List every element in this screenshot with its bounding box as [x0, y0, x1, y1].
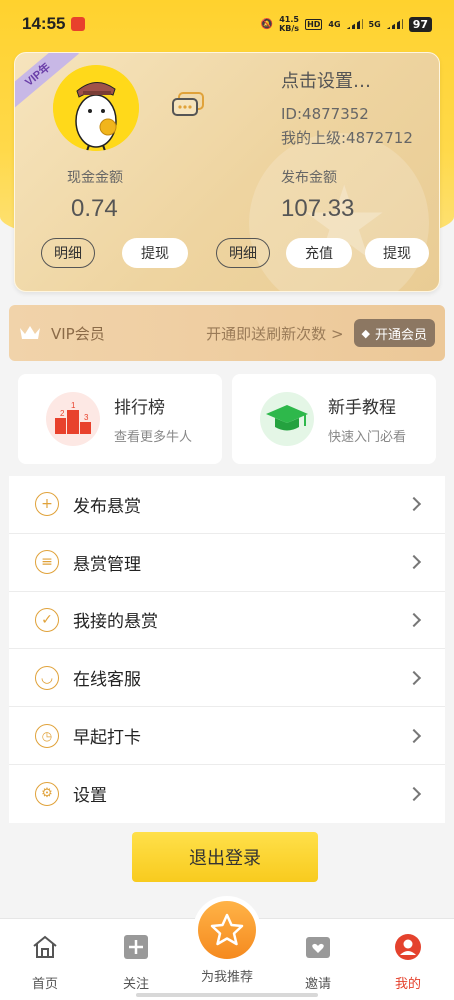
signal-icon-2 [386, 19, 403, 29]
menu-item-settings[interactable]: ⚙ 设置 [9, 765, 445, 823]
menu-item-label: 早起打卡 [73, 728, 141, 749]
clock-circle-icon: ◷ [35, 723, 59, 748]
svg-text:2: 2 [60, 409, 65, 418]
recharge-button[interactable]: 充值 [286, 238, 352, 268]
vip-promo-text[interactable]: 开通即送刷新次数 > [206, 323, 343, 344]
signal-icon [346, 19, 363, 29]
publish-withdraw-button[interactable]: 提现 [365, 238, 429, 268]
chevron-right-icon [406, 786, 422, 801]
profile-icon [395, 934, 421, 960]
status-time: 14:55 [22, 14, 66, 33]
invite-envelope-icon [306, 937, 330, 958]
chat-icon[interactable] [171, 91, 205, 119]
cash-withdraw-button[interactable]: 提现 [122, 238, 188, 268]
menu-item-early-checkin[interactable]: ◷ 早起打卡 [9, 707, 445, 765]
add-square-icon [124, 935, 148, 959]
parent-id: 我的上级:4872712 [281, 129, 413, 147]
tab-home-label: 首页 [31, 977, 58, 992]
home-icon [33, 935, 57, 958]
tab-mine[interactable]: 我的 [368, 933, 448, 992]
publish-amount-value: 107.33 [281, 195, 355, 222]
net-speed-unit: KB/s [279, 24, 300, 33]
tab-recommend[interactable] [193, 896, 261, 964]
home-indicator [136, 993, 318, 997]
menu-item-label: 悬赏管理 [73, 554, 141, 575]
tutorial-title: 新手教程 [328, 398, 396, 418]
tab-invite[interactable]: 邀请 [278, 933, 358, 992]
battery-indicator: 97 [408, 16, 432, 32]
menu-item-publish-reward[interactable]: + 发布悬赏 [9, 476, 445, 534]
menu-list: + 发布悬赏 ≡ 悬赏管理 ✓ 我接的悬赏 ◡ 在线客服 ◷ 早起打卡 ⚙ 设置 [9, 476, 445, 823]
net2-label: 5G [368, 19, 381, 29]
svg-text:1: 1 [71, 401, 76, 410]
star-icon [210, 913, 244, 946]
status-indicators: 🔕 41.5 KB/s HD 4G 5G 97 [261, 15, 432, 33]
menu-item-label: 发布悬赏 [73, 496, 141, 517]
net1-label: 4G [328, 19, 341, 29]
svg-text:3: 3 [84, 413, 89, 422]
tutorial-subtitle: 快速入门必看 [328, 430, 407, 445]
net-speed: 41.5 KB/s [279, 15, 299, 33]
tab-invite-label: 邀请 [304, 977, 331, 992]
vip-member-bar[interactable]: VIP会员 开通即送刷新次数 > ◆ 开通会员 [9, 305, 445, 361]
chevron-right-icon [406, 555, 422, 570]
account-card: ★ VIP年 点击设置… ID:4877352 我的上级:4872712 现金金… [14, 52, 440, 292]
chevron-right-icon [406, 612, 422, 628]
avatar[interactable] [53, 65, 139, 151]
tab-home[interactable]: 首页 [5, 933, 85, 992]
tab-mine-label: 我的 [394, 977, 421, 992]
open-vip-label: 开通会员 [374, 327, 427, 343]
ranking-title: 排行榜 [114, 398, 165, 418]
podium-icon: 2 1 3 [46, 392, 100, 446]
publish-detail-button[interactable]: 明细 [216, 238, 270, 268]
open-vip-button[interactable]: ◆ 开通会员 [353, 319, 435, 347]
plus-circle-icon: + [35, 492, 59, 517]
cash-amount-value: 0.74 [71, 195, 118, 222]
menu-item-label: 我接的悬赏 [73, 612, 158, 633]
smile-circle-icon: ◡ [35, 665, 59, 690]
logout-button[interactable]: 退出登录 [132, 832, 318, 882]
tab-recommend-label: 为我推荐 [200, 970, 253, 985]
recommend-circle [198, 901, 256, 959]
check-circle-icon: ✓ [35, 607, 59, 632]
set-nickname-link[interactable]: 点击设置… [281, 67, 371, 93]
chevron-right-icon [406, 728, 422, 743]
net-speed-value: 41.5 [279, 15, 299, 24]
hd-badge: HD [305, 18, 323, 30]
avatar-egg-character-icon [53, 65, 139, 151]
cash-detail-button[interactable]: 明细 [41, 238, 95, 268]
cash-amount-label: 现金金额 [67, 170, 123, 186]
menu-item-label: 设置 [73, 786, 107, 807]
status-bar: 14:55 🔕 41.5 KB/s HD 4G 5G 97 [0, 0, 454, 48]
list-circle-icon: ≡ [35, 550, 59, 575]
chevron-right-icon [406, 497, 422, 512]
app-notification-icon [71, 17, 86, 31]
menu-item-accepted-rewards[interactable]: ✓ 我接的悬赏 [9, 592, 445, 650]
tab-follow[interactable]: 关注 [96, 933, 176, 992]
vip-label: VIP会员 [51, 324, 105, 343]
gear-icon: ⚙ [35, 781, 59, 806]
graduation-cap-icon [260, 392, 314, 446]
ranking-subtitle: 查看更多牛人 [114, 430, 193, 445]
tutorial-tile[interactable]: 新手教程 快速入门必看 [232, 374, 436, 464]
publish-amount-label: 发布金额 [281, 170, 337, 186]
ranking-tile[interactable]: 2 1 3 排行榜 查看更多牛人 [18, 374, 222, 464]
menu-item-reward-management[interactable]: ≡ 悬赏管理 [9, 534, 445, 592]
tab-follow-label: 关注 [122, 977, 149, 992]
user-id: ID:4877352 [281, 105, 369, 123]
mute-icon: 🔕 [260, 18, 274, 30]
menu-item-label: 在线客服 [73, 670, 141, 691]
menu-item-online-support[interactable]: ◡ 在线客服 [9, 649, 445, 708]
chevron-right-icon [406, 670, 422, 685]
crown-icon [20, 326, 40, 339]
diamond-icon: ◆ [361, 326, 370, 340]
